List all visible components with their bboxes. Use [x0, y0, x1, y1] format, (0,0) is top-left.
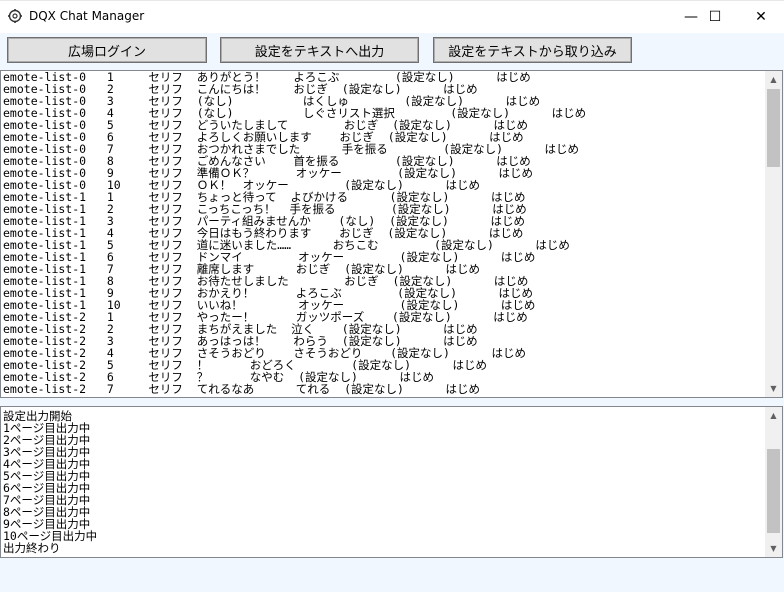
chevron-down-icon[interactable]: ▼ — [765, 540, 782, 557]
gear-icon — [8, 9, 22, 23]
export-settings-button[interactable]: 設定をテキストへ出力 — [220, 37, 419, 63]
list-item: 3ページ目出力中 — [3, 445, 91, 459]
chevron-down-icon[interactable]: ▼ — [765, 380, 782, 397]
window-bottom-area — [0, 558, 784, 592]
maximize-icon: ☐ — [708, 8, 722, 25]
emote-list-scrollbar[interactable]: ▲ ▼ — [765, 71, 782, 397]
import-settings-button[interactable]: 設定をテキストから取り込み — [433, 37, 632, 63]
list-item: 設定出力開始 — [3, 410, 72, 423]
list-item: 7ページ目出力中 — [3, 493, 91, 507]
list-item: emote-list-2 7 セリフ てれるなあ てれる (設定なし) はじめ — [3, 382, 481, 396]
chevron-up-icon[interactable]: ▲ — [765, 71, 782, 88]
list-item: 出力終わり — [3, 541, 61, 555]
close-button[interactable]: ✕ — [738, 1, 784, 32]
title-bar: DQX Chat Manager — ☐ ✕ — [0, 0, 784, 33]
list-item: 8ページ目出力中 — [3, 505, 91, 519]
log-scrollbar[interactable]: ▲ ▼ — [765, 407, 782, 557]
list-item: 2ページ目出力中 — [3, 433, 91, 447]
list-item: 5ページ目出力中 — [3, 469, 91, 483]
log-content: 設定出力開始 1ページ目出力中 2ページ目出力中 3ページ目出力中 4ページ目出力中 5ペ… — [3, 410, 764, 557]
log-textbox[interactable]: 設定出力開始 1ページ目出力中 2ページ目出力中 3ページ目出力中 4ページ目出力中 5ペ… — [0, 406, 783, 558]
square-login-button[interactable]: 広場ログイン — [7, 37, 207, 63]
scroll-thumb[interactable] — [767, 89, 780, 167]
list-item: 1ページ目出力中 — [3, 421, 91, 435]
window-title: DQX Chat Manager — [29, 9, 145, 23]
chevron-up-icon[interactable]: ▲ — [765, 407, 782, 424]
emote-list-textbox[interactable]: emote-list-0 1 セリフ ありがとう！ よろこぶ (設定なし) はじ… — [0, 70, 783, 398]
list-item: 4ページ目出力中 — [3, 457, 91, 471]
list-item: 9ページ目出力中 — [3, 517, 91, 531]
close-icon: ✕ — [755, 8, 767, 25]
list-item: 10ページ目出力中 — [3, 529, 98, 543]
list-item: 6ページ目出力中 — [3, 481, 91, 495]
maximize-button[interactable]: ☐ — [692, 1, 738, 32]
scroll-thumb[interactable] — [767, 449, 780, 533]
emote-list-content: emote-list-0 1 セリフ ありがとう！ よろこぶ (設定なし) はじ… — [3, 71, 764, 397]
